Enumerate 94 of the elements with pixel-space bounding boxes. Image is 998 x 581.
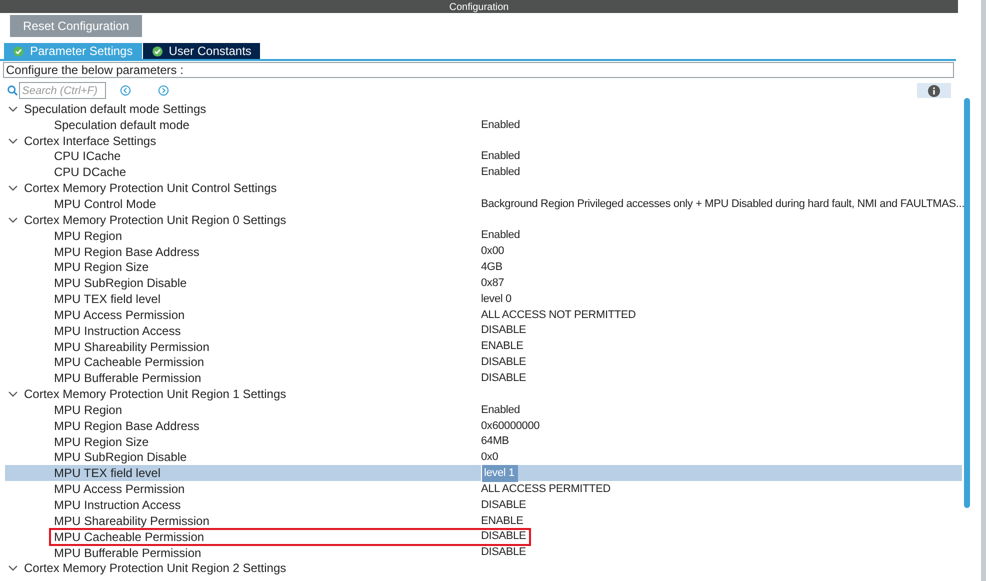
group-title: Cortex Memory Protection Unit Region 0 Settings [24, 212, 286, 229]
parameter-name: MPU Instruction Access [53, 497, 182, 514]
parameter-value: 0x60000000 [481, 418, 541, 434]
parameter-value: 0x00 [481, 244, 506, 260]
previous-icon[interactable] [120, 85, 131, 96]
parameter-value: level 0 [481, 292, 512, 307]
window-title: Configuration [449, 2, 509, 13]
parameter-value: DISABLE [481, 371, 528, 386]
check-circle-icon [13, 46, 24, 56]
parameter-value: level 1 [481, 465, 518, 482]
parameter-value: 0x0 [481, 450, 500, 466]
parameter-row[interactable]: CPU ICache Enabled [5, 148, 962, 164]
info-button[interactable] [917, 83, 951, 98]
parameter-row[interactable]: MPU Region Size 4GB [5, 259, 962, 276]
parameter-row[interactable]: MPU Access Permission ALL ACCESS NOT PERMITTED [5, 306, 962, 323]
parameter-name: MPU Bufferable Permission [53, 370, 202, 388]
parameter-row[interactable]: MPU Instruction Access DISABLE [5, 497, 962, 513]
parameter-name: MPU TEX field level [53, 291, 162, 308]
group-title: Cortex Memory Protection Unit Region 2 Settings [24, 560, 286, 578]
next-icon[interactable] [158, 85, 169, 96]
parameter-value: ENABLE [481, 514, 524, 529]
parameter-value: DISABLE [481, 498, 528, 513]
parameter-name: MPU Region Size [53, 434, 150, 451]
chevron-icon[interactable] [8, 136, 18, 146]
parameter-value: 64MB [481, 434, 510, 450]
parameter-name: MPU Region [53, 402, 124, 419]
group-title: Speculation default mode Settings [24, 100, 206, 118]
scrollbar-thumb[interactable] [964, 98, 970, 508]
parameter-name: MPU Access Permission [53, 481, 186, 498]
parameter-row[interactable]: MPU Shareability Permission ENABLE [5, 338, 962, 354]
parameter-row[interactable]: MPU Bufferable Permission DISABLE [5, 544, 962, 560]
parameter-value: ALL ACCESS NOT PERMITTED [481, 308, 637, 323]
check-circle-icon [152, 46, 163, 56]
parameter-name: MPU Access Permission [53, 306, 186, 324]
parameter-value: ALL ACCESS PERMITTED [481, 482, 612, 497]
description-field: Configure the below parameters : [3, 62, 954, 78]
parameter-name: MPU Shareability Permission [53, 338, 210, 356]
parameter-value: DISABLE [481, 323, 528, 338]
parameter-row[interactable]: MPU Cacheable Permission DISABLE [5, 528, 962, 545]
parameter-name: MPU TEX field level [53, 465, 162, 482]
parameter-row[interactable]: MPU Region Base Address 0x60000000 [5, 418, 962, 434]
parameter-name: CPU DCache [53, 164, 128, 182]
parameter-value: DISABLE [481, 545, 528, 560]
group-title: Cortex Memory Protection Unit Control Settings [24, 180, 277, 198]
parameter-row[interactable]: MPU SubRegion Disable 0x87 [5, 275, 962, 292]
parameter-name: MPU SubRegion Disable [53, 449, 188, 466]
parameter-name: MPU Instruction Access [53, 322, 182, 340]
chevron-icon[interactable] [8, 183, 18, 194]
parameter-value: 4GB [481, 260, 504, 276]
parameter-row[interactable]: MPU Region Enabled [5, 402, 962, 418]
chevron-icon[interactable] [8, 214, 18, 225]
parameter-name: MPU SubRegion Disable [53, 275, 188, 292]
chevron-icon[interactable] [8, 389, 18, 400]
parameter-row[interactable]: MPU Cacheable Permission DISABLE [5, 354, 962, 370]
parameter-name: Speculation default mode [53, 116, 190, 134]
group-title: Cortex Memory Protection Unit Region 1 Settings [24, 386, 286, 404]
parameter-row[interactable]: MPU TEX field level level 1 [5, 465, 962, 482]
parameter-row[interactable]: MPU Region Size 64MB [5, 434, 962, 450]
parameter-name: MPU Region Size [53, 259, 150, 276]
parameter-name: MPU Bufferable Permission [53, 544, 202, 562]
parameter-row[interactable]: CPU DCache Enabled [5, 164, 962, 180]
parameter-name: MPU Shareability Permission [53, 512, 210, 530]
parameter-row[interactable]: MPU Shareability Permission ENABLE [5, 512, 962, 529]
parameter-name: MPU Region Base Address [53, 244, 200, 261]
parameter-value: Enabled [481, 165, 521, 180]
parameter-value: DISABLE [481, 355, 528, 370]
parameter-value: Enabled [481, 149, 521, 164]
parameter-name: MPU Cacheable Permission [53, 528, 206, 546]
group-title: Cortex Interface Settings [24, 132, 156, 150]
parameter-row[interactable]: MPU Bufferable Permission DISABLE [5, 370, 962, 386]
parameter-row[interactable]: MPU Access Permission ALL ACCESS PERMITTED [5, 481, 962, 498]
parameter-row[interactable]: MPU TEX field level level 0 [5, 291, 962, 307]
parameter-value: 0x87 [481, 276, 506, 291]
parameter-row[interactable]: MPU SubRegion Disable 0x0 [5, 450, 962, 466]
parameter-value: Enabled [481, 228, 521, 244]
search-icon [7, 85, 18, 96]
parameter-row[interactable]: MPU Instruction Access DISABLE [5, 322, 962, 339]
info-icon [928, 84, 940, 96]
parameter-value: Enabled [481, 402, 521, 418]
parameter-row[interactable]: MPU Region Enabled [5, 228, 962, 244]
parameter-name: MPU Control Mode [53, 196, 158, 213]
parameter-name: MPU Cacheable Permission [53, 354, 206, 372]
chevron-icon[interactable] [8, 563, 18, 574]
parameter-row[interactable]: MPU Region Base Address 0x00 [5, 244, 962, 260]
chevron-icon[interactable] [8, 104, 18, 114]
parameter-name: CPU ICache [53, 148, 122, 166]
parameter-row[interactable]: Speculation default mode Enabled [5, 116, 962, 133]
parameter-value: ENABLE [481, 339, 524, 354]
search-field[interactable]: Search (Ctrl+F) [19, 82, 106, 99]
parameter-value: DISABLE [481, 529, 528, 544]
tab[interactable]: User Constants [142, 43, 260, 59]
parameter-name: MPU Region Base Address [53, 418, 200, 435]
parameter-value: Enabled [481, 118, 521, 133]
parameter-name: MPU Region [53, 228, 124, 245]
